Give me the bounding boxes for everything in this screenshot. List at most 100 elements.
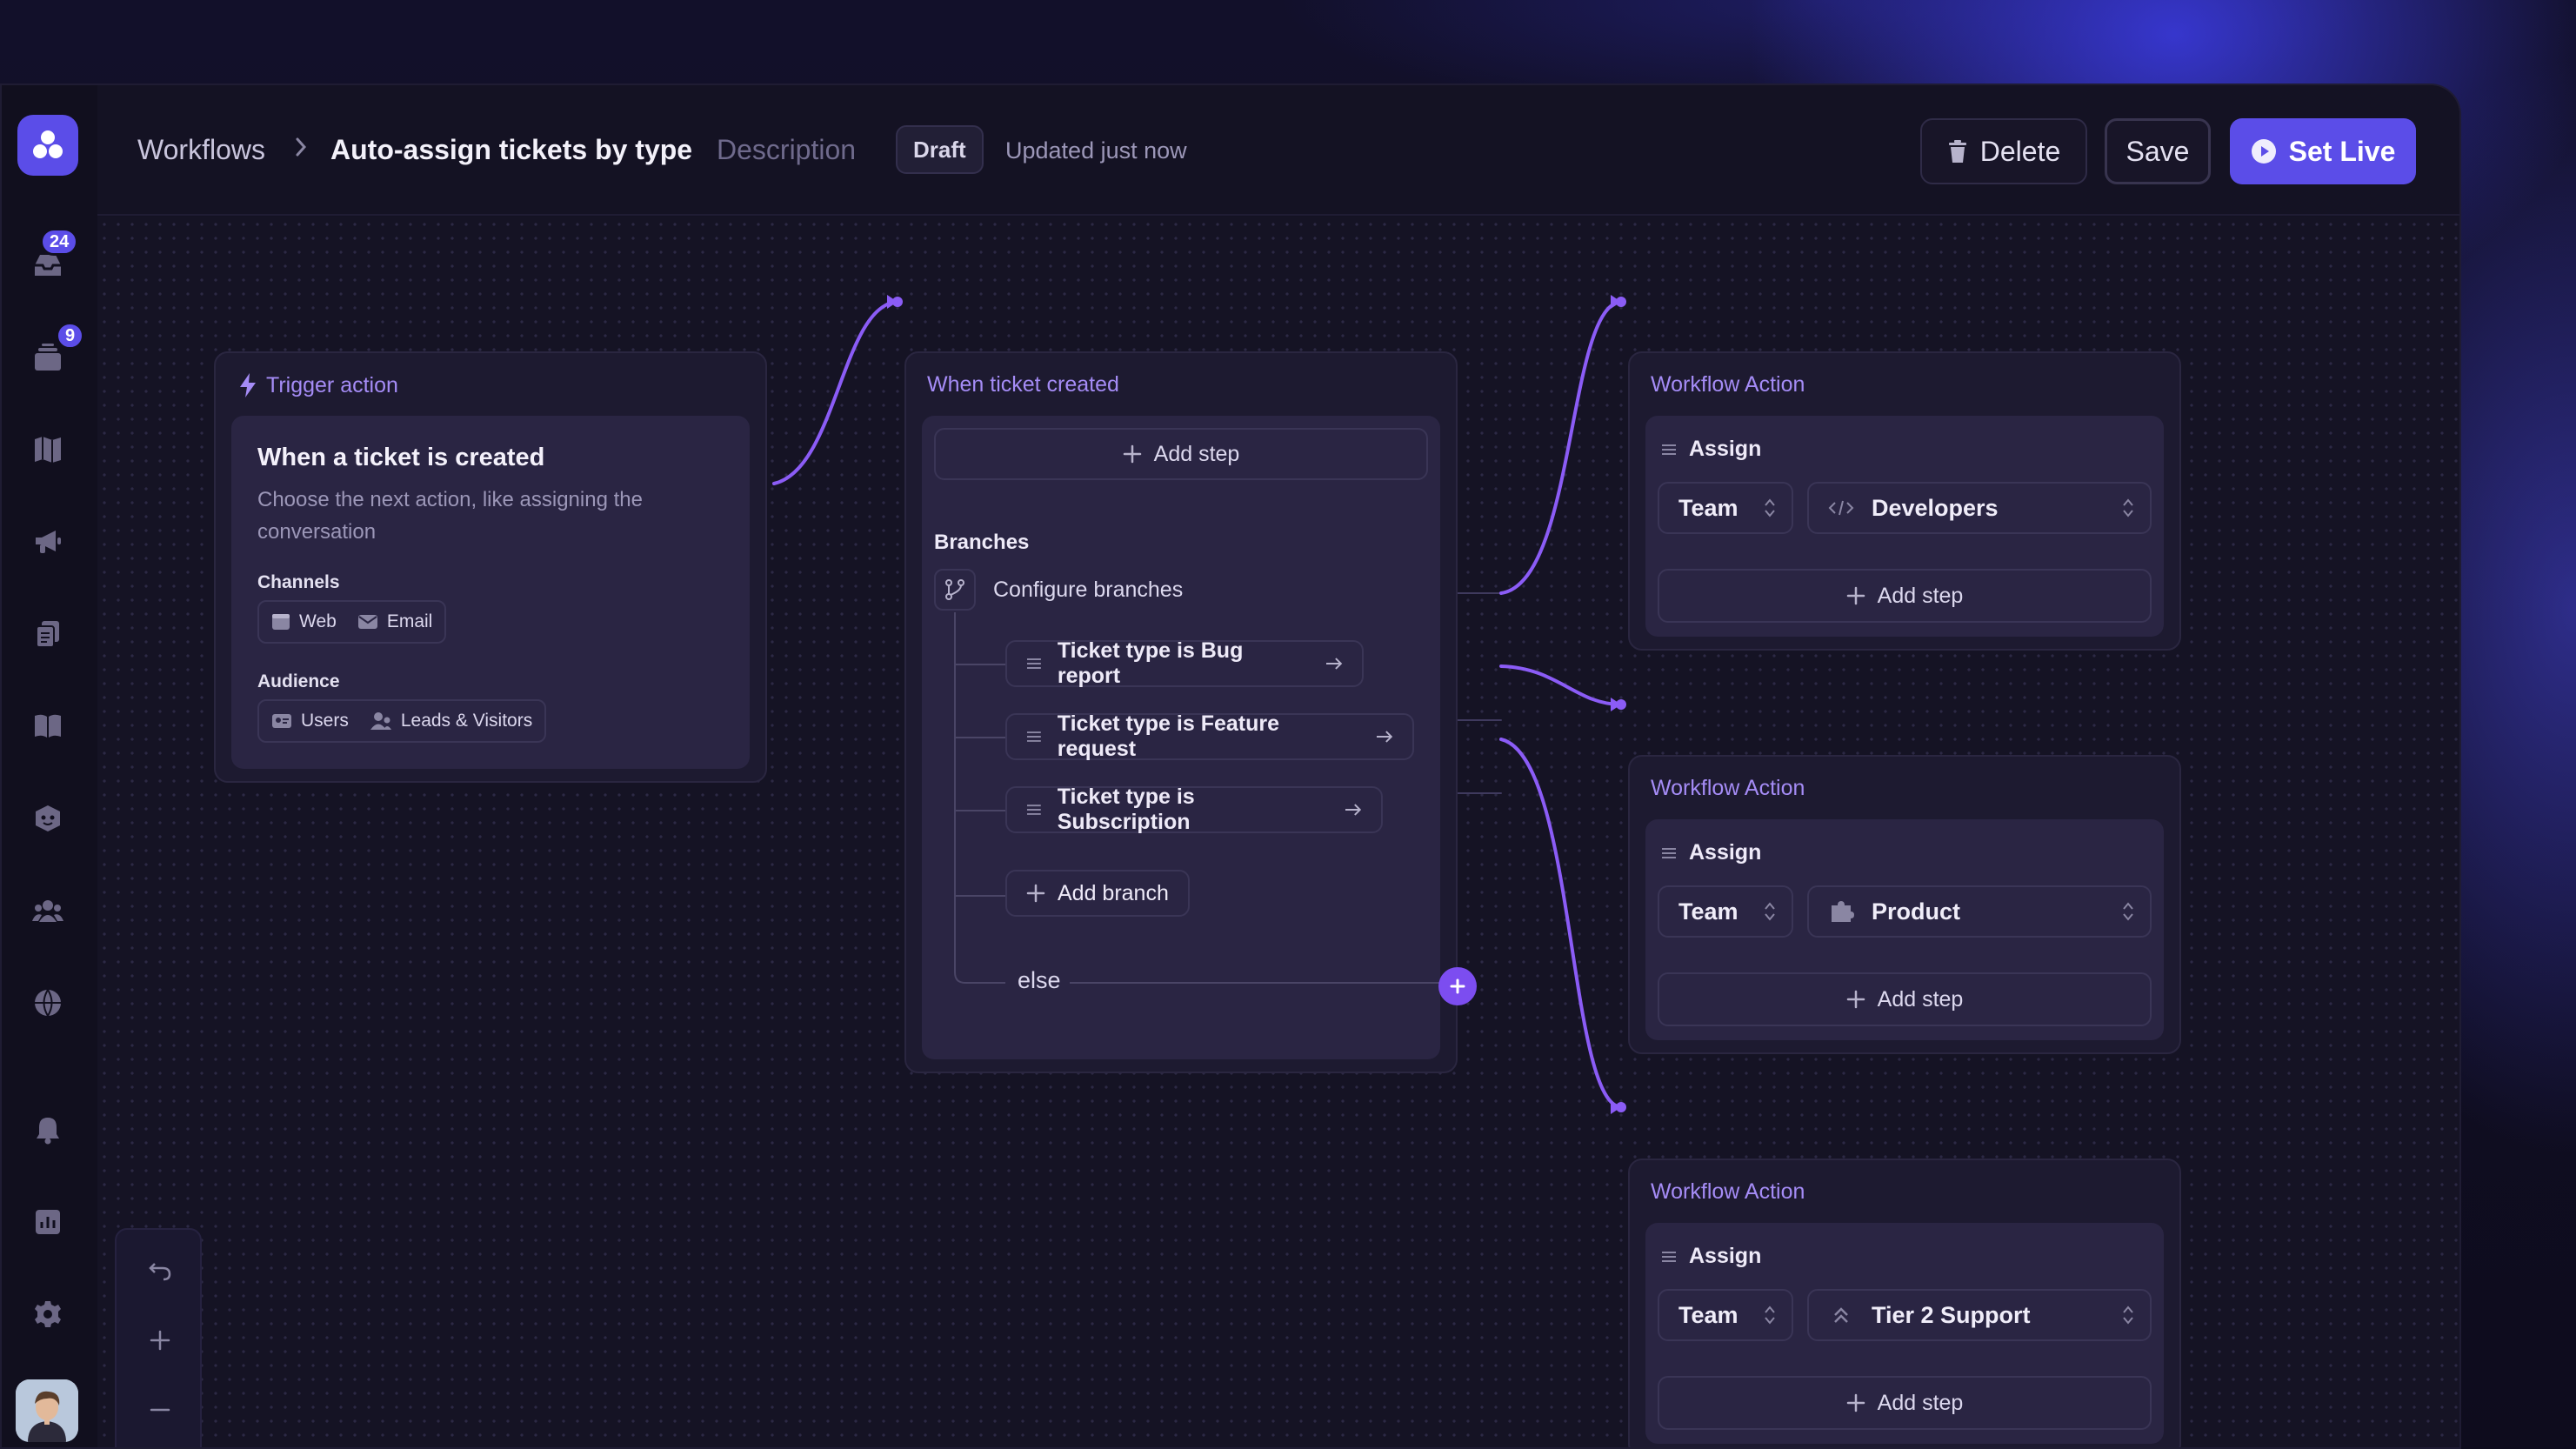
arrow-right-icon [1377,731,1393,743]
trigger-node[interactable]: Trigger action When a ticket is created … [214,351,767,783]
updown-icon [1765,1305,1775,1325]
add-branch-button[interactable]: Add branch [1005,870,1190,917]
workflow-action-node-developers[interactable]: Workflow Action Assign Team Developers A… [1628,351,2181,651]
megaphone-icon[interactable] [26,520,70,564]
action-header: Workflow Action [1651,372,1805,397]
plus-icon [1026,884,1045,903]
app-logo[interactable] [17,115,78,176]
team-select-product[interactable]: Product [1807,885,2152,938]
updown-icon [2123,902,2133,921]
trigger-card[interactable]: When a ticket is created Choose the next… [231,416,750,769]
audience-label: Audience [257,671,340,691]
audience-chip[interactable]: Users Leads & Visitors [257,699,547,743]
tickets-badge: 9 [56,322,85,350]
add-branch-label: Add branch [1058,880,1169,905]
trash-icon [1948,140,1966,163]
drag-handle-icon [1662,848,1676,858]
add-step-label: Add step [1877,583,1964,608]
description-field[interactable]: Description [717,134,856,166]
else-branch-label: else [1018,967,1061,993]
branch-bug-report[interactable]: Ticket type is Bug report [1005,638,1364,688]
team-value: Developers [1872,494,1999,521]
globe-icon[interactable] [26,981,70,1025]
branch-node[interactable]: When ticket created Add step Branches Co… [904,351,1458,1073]
bell-icon[interactable] [26,1108,70,1152]
delete-button[interactable]: Delete [1920,118,2087,184]
web-icon [272,614,290,630]
page-title[interactable]: Auto-assign tickets by type [330,134,692,166]
drag-handle-icon [1026,731,1041,742]
code-icon [1828,500,1854,516]
team-type-select[interactable]: Team [1658,482,1793,534]
connector-feature-request [1499,664,1623,706]
trigger-header-label: Trigger action [266,372,398,397]
connector-subscription [1499,738,1623,1109]
channel-email: Email [386,611,433,631]
plus-icon [1450,978,1465,994]
channel-web: Web [299,611,337,631]
add-step-button[interactable]: Add step [1658,972,2152,1026]
team-type-select[interactable]: Team [1658,1289,1793,1341]
user-avatar[interactable] [16,1379,78,1442]
team-value: Tier 2 Support [1872,1301,2031,1328]
add-else-step-button[interactable] [1438,967,1477,1005]
settings-icon[interactable] [26,1292,70,1336]
team-select-tier2-support[interactable]: Tier 2 Support [1807,1289,2152,1341]
branch-subscription-label: Ticket type is Subscription [1057,785,1195,834]
trigger-node-header: Trigger action [238,372,398,398]
drag-handle-icon [1026,805,1041,815]
add-step-label: Add step [1877,986,1964,1012]
branch-feature-request-label: Ticket type is Feature request [1057,711,1279,761]
connector-bug-report [1499,300,1623,595]
branch-feature-request[interactable]: Ticket type is Feature request [1005,711,1414,761]
bot-icon[interactable] [26,797,70,840]
add-step-button[interactable]: Add step [1658,1376,2152,1430]
undo-icon[interactable] [138,1249,182,1292]
branch-subscription[interactable]: Ticket type is Subscription [1005,785,1383,834]
trigger-description: Choose the next action, like assigning t… [257,488,643,544]
team-select-developers[interactable]: Developers [1807,482,2152,534]
assign-label: Assign [1689,1244,1762,1268]
channels-chip[interactable]: Web Email [257,600,447,644]
action-card: Assign Team Tier 2 Support Add step [1645,1223,2164,1444]
branch-node-header: When ticket created [927,372,1119,397]
sidebar: 24 9 [2,85,97,1447]
status-badge: Draft [896,125,984,174]
email-icon [357,615,377,629]
chevron-right-icon [294,136,308,163]
team-value: Product [1872,898,1961,925]
breadcrumb-workflows[interactable]: Workflows [137,134,265,166]
users-icon [272,714,291,728]
book-icon[interactable] [26,704,70,748]
updated-timestamp: Updated just now [1005,137,1187,164]
team-type-select[interactable]: Team [1658,885,1793,938]
play-circle-icon [2251,139,2276,164]
set-live-button[interactable]: Set Live [2230,118,2416,184]
double-chevron-up-icon [1834,1307,1848,1323]
add-step-label: Add step [1877,1390,1964,1415]
zoom-in-icon[interactable] [138,1319,182,1362]
people-icon[interactable] [26,889,70,932]
drag-handle-icon [1662,444,1676,455]
set-live-label: Set Live [2288,135,2396,167]
drag-handle-icon [1662,1252,1676,1262]
action-card: Assign Team Product Add step [1645,819,2164,1040]
zoom-out-icon[interactable] [138,1388,182,1432]
lightning-icon [240,373,256,397]
plus-icon [1846,586,1865,605]
workflow-action-node-tier2[interactable]: Workflow Action Assign Team Tier 2 Suppo… [1628,1159,2181,1447]
save-button[interactable]: Save [2105,118,2211,184]
map-icon[interactable] [26,428,70,471]
inbox-badge: 24 [40,228,79,256]
documents-icon[interactable] [26,612,70,656]
workflow-canvas[interactable]: Trigger action When a ticket is created … [97,217,2459,1447]
delete-label: Delete [1979,135,2061,167]
plus-icon [1846,990,1865,1009]
add-step-button[interactable]: Add step [1658,569,2152,623]
assign-label: Assign [1689,840,1762,865]
logo-icon [33,130,63,158]
action-header: Workflow Action [1651,776,1805,800]
workflow-action-node-product[interactable]: Workflow Action Assign Team Product Add … [1628,755,2181,1054]
reports-icon[interactable] [26,1200,70,1244]
audience-users: Users [301,711,349,731]
